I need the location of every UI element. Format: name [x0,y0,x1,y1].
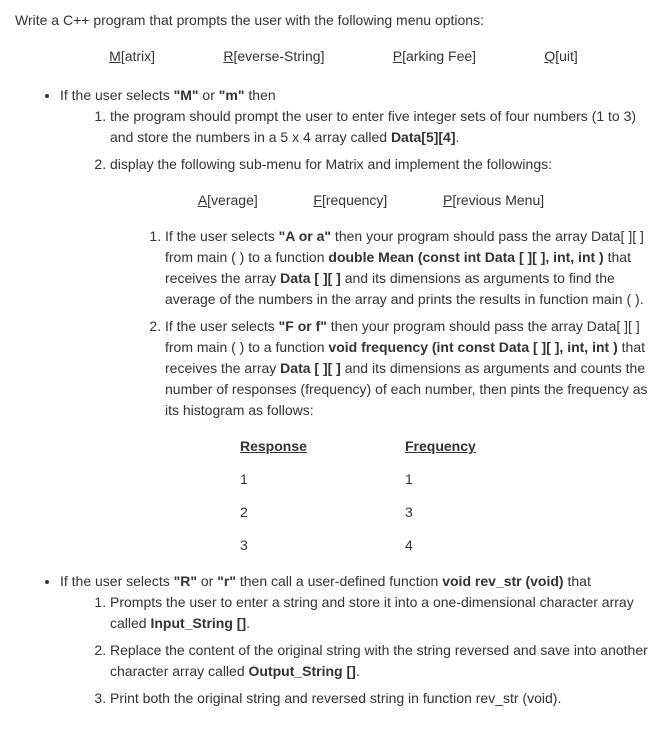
main-bullet-list: If the user selects "M" or "m" then the … [15,85,652,709]
submenu-steps: If the user selects "A or a" then your p… [60,226,652,421]
sub-menu-row: A[verage] F[requency] P[revious Menu] [60,190,652,211]
menu-reverse: R[everse-String] [223,46,324,67]
reverse-step-1: Prompts the user to enter a string and s… [110,592,652,634]
reverse-steps: Prompts the user to enter a string and s… [60,592,652,709]
matrix-step-2: display the following sub-menu for Matri… [110,154,652,175]
matrix-steps: the program should prompt the user to en… [60,106,652,175]
table-row: 3 4 [240,535,652,556]
reverse-step-2: Replace the content of the original stri… [110,640,652,682]
table-row: 2 3 [240,502,652,523]
bullet-matrix: If the user selects "M" or "m" then the … [60,85,652,556]
menu-matrix: M[atrix] [109,46,155,67]
matrix-step-1: the program should prompt the user to en… [110,106,652,148]
menu-quit: Q[uit] [544,46,577,67]
intro-text: Write a C++ program that prompts the use… [15,10,652,31]
reverse-step-3: Print both the original string and rever… [110,688,652,709]
frequency-table: Response Frequency 1 1 2 3 3 4 [240,436,652,556]
table-header-row: Response Frequency [240,436,652,457]
menu-parking: P[arking Fee] [393,46,476,67]
submenu-step-a: If the user selects "A or a" then your p… [165,226,652,310]
header-response: Response [240,436,405,457]
submenu-frequency: F[requency] [313,190,387,211]
submenu-previous: P[revious Menu] [443,190,544,211]
bullet-reverse: If the user selects "R" or "r" then call… [60,571,652,709]
header-frequency: Frequency [405,436,505,457]
main-menu-row: M[atrix] R[everse-String] P[arking Fee] … [15,46,652,67]
submenu-step-f: If the user selects "F or f" then your p… [165,316,652,421]
table-row: 1 1 [240,469,652,490]
submenu-average: A[verage] [198,190,258,211]
